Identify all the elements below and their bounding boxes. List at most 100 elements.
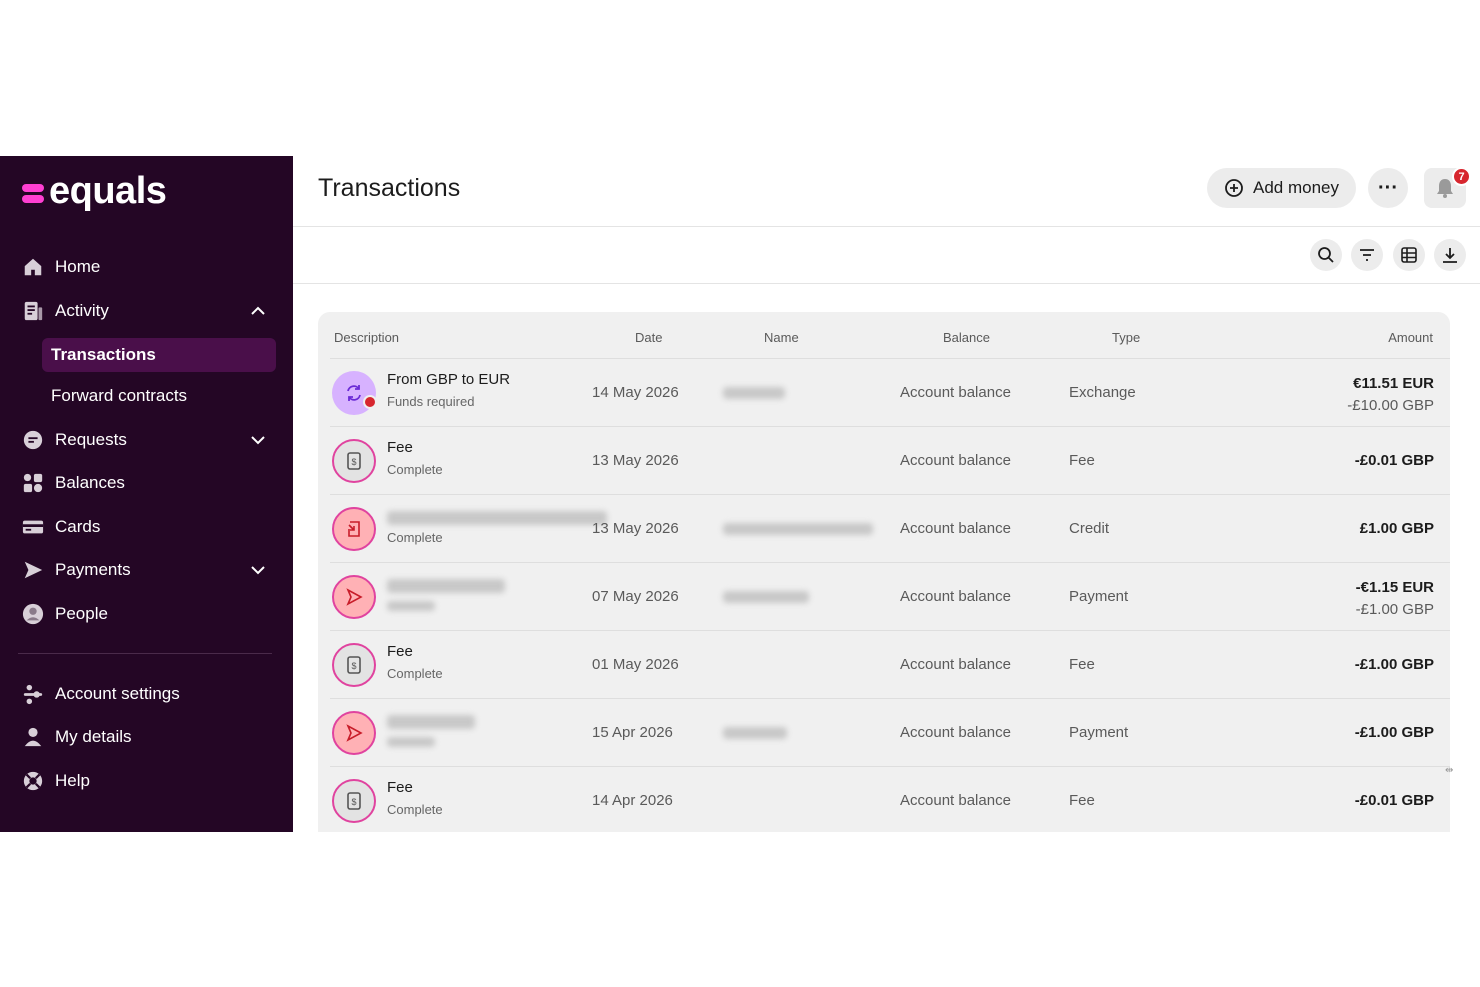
row-type: Exchange <box>1069 384 1136 401</box>
table-row[interactable]: $ Fee Complete 01 May 2026 Account balan… <box>330 630 1450 698</box>
page-title: Transactions <box>318 174 461 202</box>
row-balance: Account balance <box>900 520 1011 537</box>
logo[interactable]: equals <box>22 170 167 213</box>
row-type: Fee <box>1069 656 1095 673</box>
row-date: 14 May 2026 <box>592 384 679 401</box>
toolbar-divider <box>293 283 1480 284</box>
sidebar-item-label: Account settings <box>55 684 180 703</box>
row-status: Complete <box>387 462 443 477</box>
more-options-button[interactable]: ··· <box>1368 168 1408 208</box>
row-type: Credit <box>1069 520 1110 537</box>
table-row[interactable]: 15 Apr 2026 Account balance Payment -£1.… <box>330 698 1450 766</box>
row-amount: €11.51 EUR <box>1353 375 1434 392</box>
filter-button[interactable] <box>1351 239 1383 271</box>
column-resize-handle-icon[interactable]: ⇹ <box>1445 765 1453 776</box>
sidebar-item-label: People <box>55 604 108 623</box>
chevron-up-icon[interactable] <box>250 303 266 319</box>
header-divider <box>293 226 1480 227</box>
row-balance: Account balance <box>900 588 1011 605</box>
row-status: Funds required <box>387 394 475 409</box>
table-row[interactable]: $ Fee Complete 14 Apr 2026 Account balan… <box>330 766 1450 832</box>
sidebar-item-account-settings[interactable]: Account settings <box>22 676 272 712</box>
warning-icon <box>363 395 377 409</box>
row-amount: -£1.00 GBP <box>1354 656 1434 673</box>
payment-send-icon <box>332 711 376 755</box>
redacted-status <box>387 737 435 747</box>
sidebar-item-label: Balances <box>55 473 125 492</box>
notification-count-badge: 7 <box>1452 167 1471 186</box>
row-status: Complete <box>387 666 443 681</box>
row-date: 15 Apr 2026 <box>592 724 673 741</box>
row-title: From GBP to EUR <box>387 371 511 388</box>
incoming-credit-icon <box>332 507 376 551</box>
row-date: 13 May 2026 <box>592 520 679 537</box>
redacted-name <box>723 727 787 739</box>
plus-circle-icon <box>1225 179 1243 197</box>
column-header-date[interactable]: Date <box>635 330 662 345</box>
sidebar-item-balances[interactable]: Balances <box>22 465 272 501</box>
equals-logo-icon <box>22 180 44 204</box>
download-button[interactable] <box>1434 239 1466 271</box>
row-type: Payment <box>1069 724 1129 741</box>
payment-send-icon <box>332 575 376 619</box>
table-row[interactable]: $ Fee Complete 13 May 2026 Account balan… <box>330 426 1450 494</box>
column-header-description[interactable]: Description <box>334 330 399 345</box>
sidebar-item-activity[interactable]: Activity <box>22 293 272 329</box>
main-content: Transactions Add money ··· 7 Description <box>293 156 1480 832</box>
table-row[interactable]: Complete 13 May 2026 Account balance Cre… <box>330 494 1450 562</box>
requests-icon <box>22 429 44 451</box>
activity-icon <box>22 300 44 322</box>
sidebar-item-label: My details <box>55 727 132 746</box>
row-amount: -£0.01 GBP <box>1354 792 1434 809</box>
sidebar-subitem-forward-contracts[interactable]: Forward contracts <box>42 379 276 413</box>
row-title: Fee <box>387 779 413 796</box>
column-header-amount[interactable]: Amount <box>1388 330 1433 345</box>
redacted-title <box>387 579 505 593</box>
sidebar-item-home[interactable]: Home <box>22 249 272 285</box>
sidebar-item-people[interactable]: People <box>22 596 272 632</box>
sidebar-item-cards[interactable]: Cards <box>22 509 272 545</box>
row-date: 07 May 2026 <box>592 588 679 605</box>
sidebar-subitem-transactions[interactable]: Transactions <box>42 338 276 372</box>
add-money-button[interactable]: Add money <box>1207 168 1356 208</box>
sidebar-item-payments[interactable]: Payments <box>22 552 272 588</box>
search-button[interactable] <box>1310 239 1342 271</box>
search-icon <box>1318 247 1334 263</box>
sidebar-item-requests[interactable]: Requests <box>22 422 272 458</box>
row-balance: Account balance <box>900 656 1011 673</box>
redacted-status <box>387 601 435 611</box>
redacted-name <box>723 591 809 603</box>
sidebar-item-label: Activity <box>55 301 109 320</box>
sidebar: equals Home Activity Transactions Forwar… <box>0 156 293 832</box>
sidebar-item-my-details[interactable]: My details <box>22 719 272 755</box>
sidebar-item-label: Cards <box>55 517 101 536</box>
add-money-label: Add money <box>1253 178 1339 197</box>
table-row[interactable]: 07 May 2026 Account balance Payment -€1.… <box>330 562 1450 630</box>
column-header-type[interactable]: Type <box>1112 330 1140 345</box>
fee-receipt-icon: $ <box>332 779 376 823</box>
cards-icon <box>22 516 44 538</box>
column-header-balance[interactable]: Balance <box>943 330 990 345</box>
logo-text: equals <box>49 170 167 212</box>
row-title: Fee <box>387 439 413 456</box>
svg-text:$: $ <box>351 797 356 807</box>
redacted-name <box>723 523 873 535</box>
column-header-name[interactable]: Name <box>764 330 799 345</box>
columns-button[interactable] <box>1393 239 1425 271</box>
sidebar-subitem-label: Transactions <box>51 345 156 364</box>
chevron-down-icon[interactable] <box>250 562 266 578</box>
redacted-name <box>723 387 785 399</box>
row-amount-secondary: -£1.00 GBP <box>1355 601 1434 618</box>
sidebar-item-help[interactable]: Help <box>22 763 272 799</box>
chevron-down-icon[interactable] <box>250 432 266 448</box>
table-row[interactable]: From GBP to EUR Funds required 14 May 20… <box>330 358 1450 426</box>
row-date: 01 May 2026 <box>592 656 679 673</box>
row-date: 14 Apr 2026 <box>592 792 673 809</box>
row-balance: Account balance <box>900 792 1011 809</box>
people-icon <box>22 603 44 625</box>
sidebar-item-label: Payments <box>55 560 131 579</box>
fee-receipt-icon: $ <box>332 643 376 687</box>
row-balance: Account balance <box>900 384 1011 401</box>
row-balance: Account balance <box>900 452 1011 469</box>
row-type: Fee <box>1069 452 1095 469</box>
